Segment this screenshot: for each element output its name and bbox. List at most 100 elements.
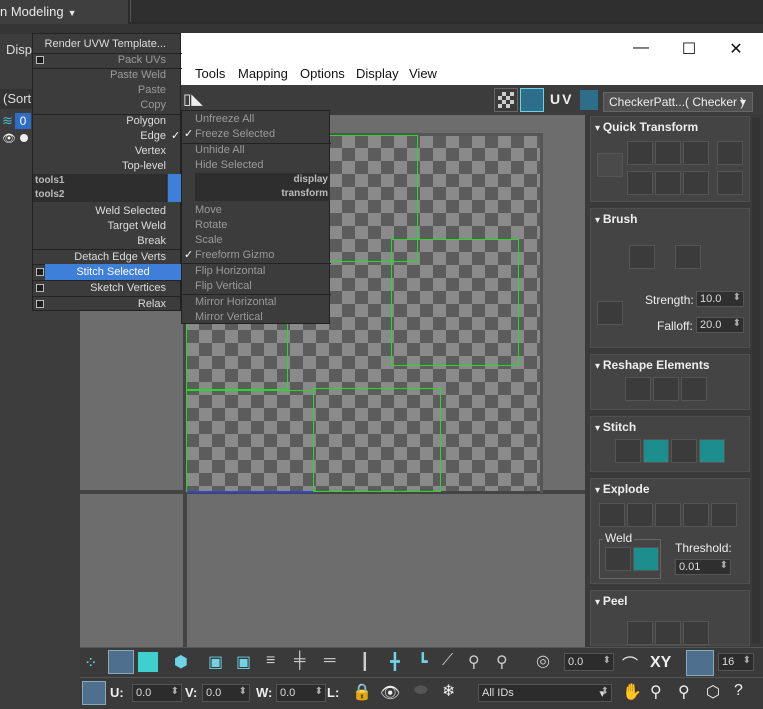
grid-snap-icon[interactable]	[686, 650, 714, 676]
eye-icon[interactable]: 👁	[380, 683, 400, 703]
rotate-cw-icon[interactable]	[683, 171, 709, 195]
zoom-extents-icon[interactable]: ⬡	[706, 682, 720, 702]
straighten-icon[interactable]	[625, 377, 651, 401]
uv-shell[interactable]	[186, 390, 314, 492]
menu-pack-uvs[interactable]: Pack UVs	[26, 52, 166, 68]
menu-flip-horizontal[interactable]: Flip Horizontal	[195, 263, 327, 279]
menu-move[interactable]: Move	[195, 202, 327, 218]
menu-hide-selected[interactable]: Hide Selected	[195, 157, 327, 173]
paint-brush-icon[interactable]	[629, 245, 655, 269]
grid-size-field[interactable]: 16	[718, 653, 754, 671]
detach-icon[interactable]	[627, 503, 653, 527]
align-horizontal-icon[interactable]	[627, 141, 653, 165]
select-ring-icon[interactable]: ┃	[360, 652, 370, 672]
rotate-ccw-icon[interactable]	[683, 141, 709, 165]
checker-align-icon[interactable]	[655, 171, 681, 195]
uv-shell[interactable]	[313, 388, 441, 492]
unfold-icon[interactable]	[681, 377, 707, 401]
uv-shell[interactable]	[391, 239, 519, 366]
zoom-region-icon[interactable]: ⚲	[678, 682, 690, 702]
align-vertical-icon[interactable]	[655, 141, 681, 165]
menu-unhide-all[interactable]: Unhide All	[195, 142, 327, 158]
vertex-mode-icon[interactable]: ⁘	[84, 653, 97, 673]
checker-display-icon[interactable]	[494, 88, 518, 112]
flatten-by-polygon-icon[interactable]	[655, 503, 681, 527]
menu-flip-vertical[interactable]: Flip Vertical	[195, 278, 327, 294]
menu-options[interactable]: Options	[300, 66, 345, 81]
pivot-icon[interactable]	[597, 153, 623, 177]
space-vertical-icon[interactable]	[717, 171, 743, 195]
edge-mode-icon[interactable]	[108, 650, 134, 674]
target-weld-icon[interactable]	[633, 547, 659, 571]
paint-shrink-icon[interactable]: ⚲	[496, 652, 508, 672]
stitch-custom-icon[interactable]	[615, 439, 641, 463]
paint-grow-icon[interactable]: ⚲	[468, 652, 480, 672]
menu-mirror-horizontal[interactable]: Mirror Horizontal	[195, 294, 327, 310]
space-horizontal-icon[interactable]	[717, 141, 743, 165]
paint-select-icon[interactable]: ⟋	[442, 652, 453, 670]
zoom-icon[interactable]: ⚲	[650, 682, 662, 702]
texture-dropdown[interactable]: CheckerPatt...( Checker ) ▾	[603, 92, 753, 112]
peel-header[interactable]: Peel	[595, 594, 628, 608]
menu-render-uvw-template[interactable]: Render UVW Template...	[26, 36, 166, 52]
quick-peel-icon[interactable]	[627, 621, 653, 645]
mirror-tool-icon[interactable]: ▯◣	[183, 90, 213, 110]
help-icon[interactable]: ?	[734, 682, 743, 700]
element-mode-icon[interactable]: ⬢	[174, 652, 188, 672]
break-icon[interactable]	[599, 503, 625, 527]
pan-hand-icon[interactable]: ✋	[622, 682, 642, 702]
reshape-elements-header[interactable]: Reshape Elements	[595, 358, 710, 372]
u-field[interactable]: 0.0	[132, 684, 182, 702]
xy-axis-label[interactable]: XY	[650, 654, 671, 672]
uv-channel-icon[interactable]	[580, 90, 598, 110]
menu-weld-selected[interactable]: Weld Selected	[26, 203, 166, 219]
shrink-selection-icon[interactable]: ▣	[236, 652, 251, 672]
menu-mapping[interactable]: Mapping	[238, 66, 288, 81]
flatten-by-material-icon[interactable]	[711, 503, 737, 527]
quick-transform-header[interactable]: Quick Transform	[595, 120, 698, 134]
stitch-header[interactable]: Stitch	[595, 420, 636, 434]
brush-line-icon[interactable]	[597, 301, 623, 325]
menu-mirror-vertical[interactable]: Mirror Vertical	[195, 309, 327, 325]
menu-target-weld[interactable]: Target Weld	[26, 218, 167, 234]
angle-field[interactable]: 0.0	[564, 653, 614, 671]
menu-vertex[interactable]: Vertex	[26, 143, 166, 159]
eye-icon[interactable]: 👁	[2, 132, 16, 145]
option-box-icon[interactable]	[36, 268, 44, 276]
menu-paste-weld[interactable]: Paste Weld	[26, 67, 166, 83]
menu-top-level[interactable]: Top-level	[26, 158, 166, 174]
edge-loop-icon[interactable]: ≡	[266, 652, 275, 670]
close-button[interactable]: ✕	[716, 39, 756, 59]
weld-selected-icon[interactable]	[605, 547, 631, 571]
menu-break[interactable]: Break	[26, 233, 166, 249]
menu-display[interactable]: Display	[356, 66, 399, 81]
edge-ring-icon[interactable]: ╪	[294, 652, 305, 670]
stitch-average-icon[interactable]	[671, 439, 697, 463]
falloff-spinner[interactable]: 20.0	[696, 317, 744, 333]
workspace-mode-dropdown[interactable]: n Modeling ▼	[0, 0, 128, 24]
show-map-icon[interactable]	[520, 88, 544, 112]
shrink-ring-icon[interactable]: ┗	[418, 652, 428, 672]
threshold-spinner[interactable]: 0.01	[675, 559, 731, 575]
menu-copy[interactable]: Copy	[26, 97, 166, 113]
relax-element-icon[interactable]	[653, 377, 679, 401]
select-loop-icon[interactable]: ═	[324, 652, 335, 670]
relax-brush-icon[interactable]	[675, 245, 701, 269]
menu-rotate[interactable]: Rotate	[195, 217, 327, 233]
menu-paste[interactable]: Paste	[26, 82, 166, 98]
minimize-button[interactable]: —	[621, 39, 661, 57]
menu-stitch-selected[interactable]: Stitch Selected	[45, 264, 181, 280]
maximize-button[interactable]: ☐	[669, 39, 709, 59]
grow-selection-icon[interactable]: ▣	[208, 652, 223, 672]
menu-unfreeze-all[interactable]: Unfreeze All	[195, 111, 327, 127]
selected-edge[interactable]	[187, 491, 313, 493]
menu-view[interactable]: View	[409, 66, 437, 81]
menu-edge[interactable]: Edge	[26, 128, 166, 144]
strength-spinner[interactable]: 10.0	[696, 291, 744, 307]
menu-relax[interactable]: Relax	[26, 296, 166, 312]
stitch-to-target-icon[interactable]	[699, 439, 725, 463]
menu-sketch-vertices[interactable]: Sketch Vertices	[26, 280, 166, 296]
menu-detach-edge-verts[interactable]: Detach Edge Verts	[26, 249, 166, 265]
polygon-mode-icon[interactable]	[138, 652, 158, 672]
menu-freeform-gizmo[interactable]: Freeform Gizmo	[195, 247, 327, 263]
